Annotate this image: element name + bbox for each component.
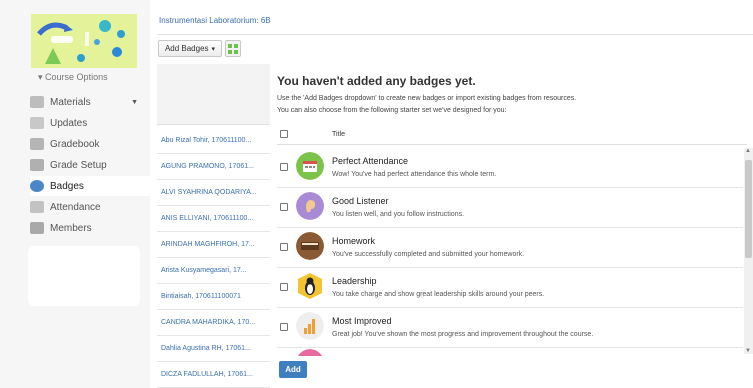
badge-list: Perfect Attendance Wow! You've had perfe… (277, 148, 747, 356)
badge-description: Great job! You've shown the most progres… (332, 331, 594, 338)
members-icon (30, 222, 44, 234)
sidebar-item-label: Grade Setup (50, 159, 107, 171)
badge-description: Wow! You've had perfect attendance this … (332, 171, 497, 178)
ear-icon (296, 192, 324, 220)
student-row[interactable]: AGUNG PRAMONO, 17061... (157, 154, 270, 180)
badge-description: You listen well, and you follow instruct… (332, 211, 465, 218)
student-column: Abu Rizal Tohir, 170611100... AGUNG PRAM… (157, 64, 270, 388)
add-badges-label: Add Badges (164, 44, 209, 53)
student-row[interactable]: Arista Kusyamegasari, 17... (157, 258, 270, 284)
sidebar-item-members[interactable]: Members (30, 218, 146, 238)
student-row[interactable]: ANIS ELLIYANI, 170611100... (157, 206, 270, 232)
student-row[interactable]: Bintiaisah, 170611100071 (157, 284, 270, 310)
chart-icon (296, 312, 324, 340)
empty-state-title: You haven't added any badges yet. (277, 74, 476, 88)
student-row[interactable]: ALVI SYAHRINA QODARIYA... (157, 180, 270, 206)
grid-icon (228, 43, 238, 54)
sidebar-item-badges[interactable]: Badges (30, 176, 150, 196)
badge-row: Most Improved Great job! You've shown th… (277, 308, 743, 348)
select-all-checkbox[interactable] (280, 130, 288, 138)
calendar-icon (296, 152, 324, 180)
sidebar-item-label: Badges (50, 180, 84, 192)
sidebar-item-label: Gradebook (50, 138, 100, 150)
badge-icon (296, 349, 324, 356)
attendance-icon (30, 201, 44, 213)
badge-checkbox[interactable] (280, 243, 288, 251)
caret-down-icon: ▾ (211, 45, 216, 53)
add-badges-dropdown[interactable]: Add Badges ▾ (158, 40, 222, 57)
updates-icon (30, 117, 44, 129)
scroll-down-icon[interactable]: ▼ (745, 348, 751, 354)
student-row[interactable]: ARINDAH MAGHFIROH, 17... (157, 232, 270, 258)
badge-title: Homework (332, 236, 376, 246)
materials-icon (30, 96, 44, 108)
book-icon (296, 232, 324, 260)
empty-state-instructions: Use the 'Add Badges dropdown' to create … (277, 95, 577, 102)
penguin-icon (296, 272, 324, 300)
student-row[interactable]: DICZA FADLULLAH, 17061... (157, 362, 270, 388)
badge-row: Leadership You take charge and show grea… (277, 268, 743, 308)
caret-down-icon: ▾ (38, 72, 43, 82)
badge-table-header: Title (277, 125, 747, 145)
add-button[interactable]: Add (279, 361, 307, 378)
student-row[interactable]: Dahlia Agustina RH, 17061... (157, 336, 270, 362)
grid-view-button[interactable] (225, 40, 241, 57)
sidebar-item-label: Updates (50, 117, 88, 129)
breadcrumb[interactable]: Instrumentasi Laboratorium: 6B (159, 16, 271, 25)
badge-list-scrollbar[interactable]: ▲ ▼ (744, 148, 753, 354)
badge-icon (30, 180, 44, 192)
student-column-header (157, 64, 270, 125)
scroll-thumb[interactable] (745, 160, 752, 258)
caret-down-icon: ▼ (131, 98, 138, 106)
empty-state-starter-note: You can also choose from the following s… (277, 107, 507, 114)
student-row[interactable]: Abu Rizal Tohir, 170611100... (157, 128, 270, 154)
sidebar-item-label: Members (50, 222, 92, 234)
course-picture[interactable] (31, 14, 137, 68)
left-nav: ▾ Course Options Materials ▼ Updates Gra… (0, 0, 150, 388)
badge-title: Leadership (332, 276, 377, 286)
badge-title: Good Listener (332, 196, 389, 206)
badge-description: You take charge and show great leadershi… (332, 291, 545, 298)
badge-title: Most Improved (332, 316, 392, 326)
badge-row (277, 348, 743, 356)
grade-setup-icon (30, 159, 44, 171)
blurred-region (28, 246, 140, 306)
sidebar-item-label: Materials (50, 96, 91, 108)
scroll-up-icon[interactable]: ▲ (745, 148, 751, 154)
sidebar-item-label: Attendance (50, 201, 101, 213)
badge-row: Homework You've successfully completed a… (277, 228, 743, 268)
sidebar-item-attendance[interactable]: Attendance (30, 197, 146, 217)
title-column-header: Title (332, 131, 345, 138)
sidebar-item-materials[interactable]: Materials ▼ (30, 92, 146, 112)
badge-checkbox[interactable] (280, 163, 288, 171)
sidebar-item-gradebook[interactable]: Gradebook (30, 134, 146, 154)
course-options-label: Course Options (45, 72, 108, 82)
divider (157, 34, 753, 35)
badge-checkbox[interactable] (280, 323, 288, 331)
sidebar-item-grade-setup[interactable]: Grade Setup (30, 155, 146, 175)
badge-checkbox[interactable] (280, 203, 288, 211)
sidebar-item-updates[interactable]: Updates (30, 113, 146, 133)
badge-checkbox[interactable] (280, 283, 288, 291)
badge-row: Good Listener You listen well, and you f… (277, 188, 743, 228)
badge-description: You've successfully completed and submit… (332, 251, 525, 258)
gradebook-icon (30, 138, 44, 150)
course-options-toggle[interactable]: ▾ Course Options (38, 72, 108, 83)
badge-title: Perfect Attendance (332, 156, 409, 166)
student-row[interactable]: CANDRA MAHARDIKA, 170... (157, 310, 270, 336)
badge-row: Perfect Attendance Wow! You've had perfe… (277, 148, 743, 188)
